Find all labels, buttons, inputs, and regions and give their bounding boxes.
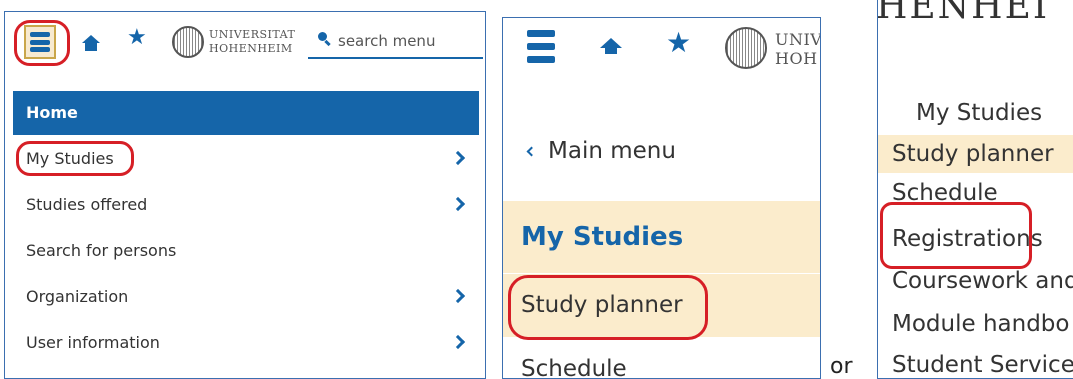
university-name-line2: HOH: [775, 49, 818, 68]
university-seal-icon: [725, 27, 767, 69]
university-seal-icon: [172, 26, 204, 58]
section-title: My Studies: [521, 222, 684, 252]
menu-item-studies-offered[interactable]: Studies offered: [13, 182, 479, 228]
menu-item-label: Search for persons: [26, 241, 177, 260]
home-icon[interactable]: [600, 38, 622, 54]
menu-item-student-services[interactable]: Student Services: [892, 352, 1073, 378]
section-heading: My Studies: [503, 201, 820, 273]
section-title: My Studies: [916, 100, 1043, 126]
annotation-circle-registrations: [880, 202, 1032, 269]
search-box: [308, 28, 483, 59]
chevron-left-icon: [526, 146, 537, 157]
menu-item-module-handbook[interactable]: Module handbo: [892, 311, 1069, 337]
menu-item-label: Organization: [26, 287, 129, 306]
menu-item-label: Study planner: [892, 141, 1054, 167]
menu-item-study-planner[interactable]: Study planner: [878, 135, 1073, 173]
search-input[interactable]: [338, 28, 478, 54]
menu-item-coursework[interactable]: Coursework and: [892, 268, 1073, 294]
menu-item-search-for-persons[interactable]: Search for persons: [13, 228, 479, 274]
menu-item-user-information[interactable]: User information: [13, 320, 479, 366]
university-name-line1: UNIVERSITAT: [209, 28, 296, 41]
back-to-main-menu[interactable]: Main menu: [503, 125, 820, 177]
star-icon[interactable]: ★: [666, 29, 691, 57]
chevron-right-icon: [450, 150, 466, 166]
annotation-circle-my-studies: [16, 141, 134, 176]
university-name-line1: UNIV: [775, 30, 821, 49]
search-icon: [318, 32, 327, 41]
star-icon[interactable]: ★: [127, 27, 147, 49]
chevron-right-icon: [450, 288, 466, 304]
hamburger-menu-icon[interactable]: [527, 30, 555, 63]
back-label: Main menu: [548, 138, 676, 164]
university-name-line2: HOHENHEIM: [209, 42, 293, 55]
menu-item-organization[interactable]: Organization: [13, 274, 479, 320]
menu-panel-main: ★ UNIVERSITAT HOHENHEIM Home My Studies …: [4, 11, 486, 379]
chevron-right-icon: [450, 196, 466, 212]
top-toolbar: ★ UNIVERSITAT HOHENHEIM: [5, 12, 485, 84]
menu-panel-zoomed: HENHEI My Studies Study planner Schedule…: [877, 0, 1073, 379]
menu-item-home[interactable]: Home: [13, 91, 479, 135]
annotation-circle-study-planner: [508, 275, 708, 340]
chevron-right-icon: [450, 334, 466, 350]
separator-text: or: [830, 354, 853, 379]
annotation-circle-hamburger: [14, 20, 70, 66]
menu-item-schedule[interactable]: Schedule: [521, 356, 627, 378]
menu-item-label: Studies offered: [26, 195, 148, 214]
menu-item-label: User information: [26, 333, 160, 352]
header-fragment: HENHEI: [877, 0, 1050, 27]
home-icon[interactable]: [82, 35, 100, 51]
